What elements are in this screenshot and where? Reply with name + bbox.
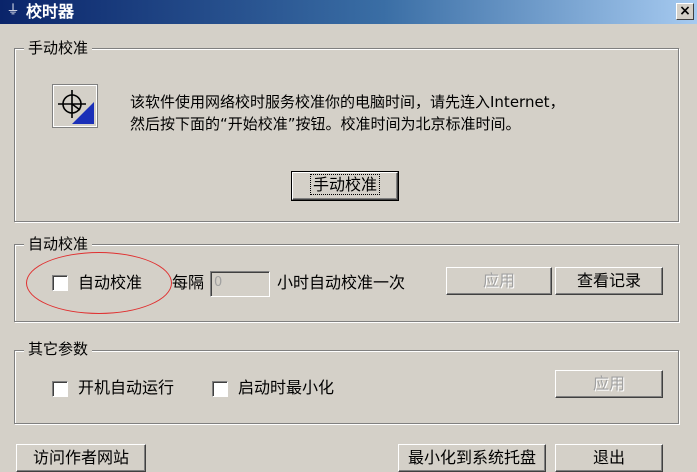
auto-group-label: 自动校准 — [24, 235, 93, 253]
manual-calibrate-button[interactable]: 手动校准 — [291, 171, 399, 201]
clock-sync-icon — [52, 84, 98, 128]
close-button[interactable]: × — [676, 3, 694, 20]
app-icon[interactable]: ⏚ — [4, 2, 22, 20]
startup-checkbox[interactable] — [52, 381, 68, 397]
auto-apply-button[interactable]: 应用 — [446, 267, 552, 295]
manual-description-line2: 然后按下面的“开始校准”按钮。校准时间为北京标准时间。 — [130, 115, 521, 133]
title-bar[interactable]: ⏚ 校时器 × — [0, 0, 697, 24]
view-log-button[interactable]: 查看记录 — [555, 267, 663, 295]
minimize-to-tray-button[interactable]: 最小化到系统托盘 — [398, 444, 546, 472]
minimize-on-start-label[interactable]: 启动时最小化 — [238, 378, 334, 398]
manual-description-line1: 该软件使用网络校时服务校准你的电脑时间，请先连入Internet， — [130, 93, 565, 111]
startup-label[interactable]: 开机自动运行 — [78, 378, 174, 398]
interval-hours-input[interactable]: 0 — [210, 271, 270, 297]
close-icon: × — [679, 3, 691, 19]
manual-calibrate-label: 手动校准 — [309, 174, 380, 195]
manual-group-label: 手动校准 — [24, 39, 93, 57]
visit-author-site-button[interactable]: 访问作者网站 — [16, 444, 146, 472]
other-group-label: 其它参数 — [24, 340, 93, 358]
highlight-oval — [26, 252, 172, 314]
exit-button[interactable]: 退出 — [555, 444, 663, 472]
window-title: 校时器 — [26, 2, 75, 21]
minimize-on-start-checkbox[interactable] — [212, 381, 228, 397]
other-apply-button[interactable]: 应用 — [555, 370, 663, 398]
interval-prefix: 每隔 — [172, 273, 205, 292]
interval-suffix: 小时自动校准一次 — [277, 273, 406, 292]
